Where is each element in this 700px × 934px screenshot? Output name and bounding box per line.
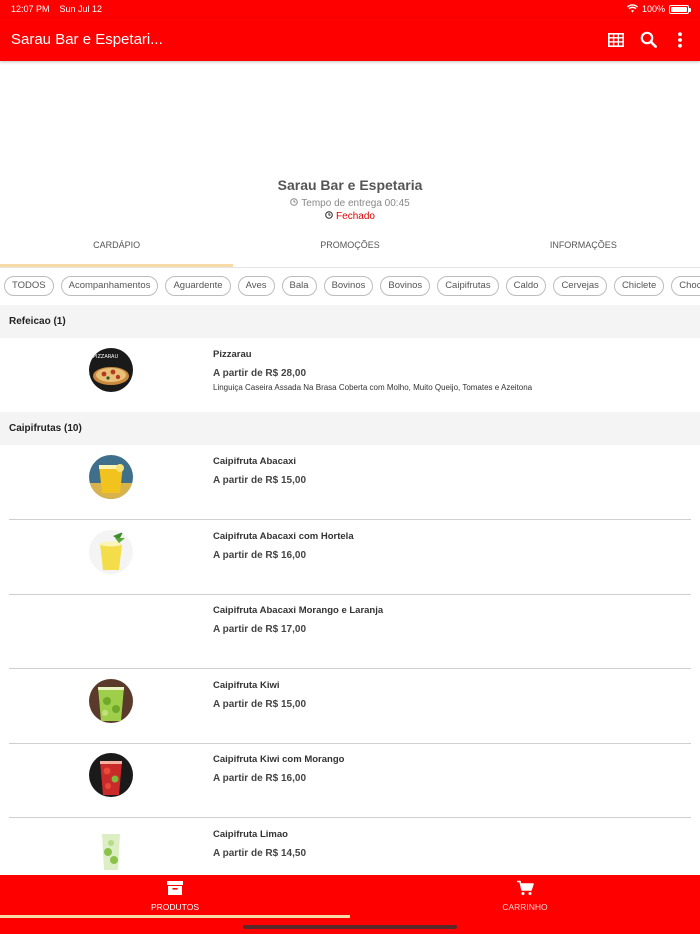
product-price: A partir de R$ 15,00 <box>213 475 307 486</box>
store-header: Sarau Bar e Espetaria Tempo de entrega 0… <box>0 61 700 229</box>
product-item[interactable]: Caipifruta Abacaxi com Hortela A partir … <box>9 520 691 595</box>
product-name: Caipifruta Kiwi com Morango <box>213 754 345 765</box>
product-name: Pizzarau <box>213 349 252 360</box>
section-header: Refeicao (1) <box>0 305 700 338</box>
cart-icon <box>516 880 534 896</box>
section-header: Caipifrutas (10) <box>0 412 700 445</box>
delivery-time-label: Tempo de entrega 00:45 <box>301 198 410 209</box>
delivery-time: Tempo de entrega 00:45 <box>0 198 700 209</box>
product-name: Caipifruta Limao <box>213 829 288 840</box>
product-name: Caipifruta Abacaxi Morango e Laranja <box>213 605 384 616</box>
search-icon[interactable] <box>639 31 657 49</box>
nav-carrinho-label: CARRINHO <box>502 902 548 912</box>
category-chip[interactable]: Aves <box>237 276 275 296</box>
category-chip[interactable]: TODOS <box>4 276 54 296</box>
category-chip[interactable]: Bala <box>281 276 317 296</box>
bottom-nav: PRODUTOS CARRINHO <box>0 875 700 934</box>
product-price: A partir de R$ 28,00 <box>213 368 307 379</box>
category-chip[interactable]: Aguardente <box>165 276 231 296</box>
category-filter: TODOS Acompanhamentos Aguardente Aves Ba… <box>4 276 700 297</box>
product-item[interactable]: Caipifruta Kiwi A partir de R$ 15,00 <box>9 669 691 744</box>
clock-icon <box>290 198 299 209</box>
product-price: A partir de R$ 15,00 <box>213 699 307 710</box>
product-image <box>89 679 133 723</box>
app-bar: Sarau Bar e Espetari... <box>0 18 700 61</box>
pizza-logo: PIZZARAU <box>93 354 118 360</box>
product-item[interactable]: Caipifruta Kiwi com Morango A partir de … <box>9 743 691 818</box>
product-price: A partir de R$ 14,50 <box>213 848 307 859</box>
store-status-label: Fechado <box>336 211 375 222</box>
category-chip[interactable]: Cervejas <box>553 276 607 296</box>
product-item[interactable]: Caipifruta Abacaxi Morango e Laranja A p… <box>9 594 691 669</box>
product-image <box>89 828 133 872</box>
home-indicator <box>243 925 457 929</box>
battery-icon <box>669 4 691 14</box>
category-chip[interactable]: Acompanhamentos <box>60 276 159 296</box>
category-chip[interactable]: Caipifrutas <box>437 276 499 296</box>
category-chip[interactable]: Caldo <box>505 276 547 296</box>
battery-percent: 100% <box>641 4 665 14</box>
product-image <box>89 455 133 499</box>
product-price: A partir de R$ 16,00 <box>213 773 307 784</box>
product-description: Linguiça Caseira Assada Na Brasa Coberta… <box>213 383 533 392</box>
table-icon[interactable] <box>607 31 625 49</box>
product-image <box>89 530 133 574</box>
product-name: Caipifruta Kiwi <box>213 680 280 691</box>
tab-cardapio[interactable]: CARDÁPIO <box>0 229 234 267</box>
store-status: Fechado <box>0 211 700 222</box>
status-date: Sun Jul 12 <box>59 4 103 14</box>
more-vert-icon[interactable] <box>671 31 689 49</box>
wifi-icon <box>626 3 638 15</box>
product-item[interactable]: Caipifruta Abacaxi A partir de R$ 15,00 <box>9 445 691 520</box>
app-title: Sarau Bar e Espetari... <box>11 31 163 48</box>
clock-icon <box>325 211 333 222</box>
tab-bar: CARDÁPIO PROMOÇÕES INFORMAÇÕES <box>0 229 700 268</box>
tab-informacoes[interactable]: INFORMAÇÕES <box>467 229 700 267</box>
category-chip[interactable]: Bovinos <box>323 276 374 296</box>
product-price: A partir de R$ 17,00 <box>213 624 307 635</box>
tab-promocoes[interactable]: PROMOÇÕES <box>233 229 466 267</box>
product-image: PIZZARAU <box>89 348 133 392</box>
category-chip[interactable]: Bovinos <box>380 276 431 296</box>
product-name: Caipifruta Abacaxi com Hortela <box>213 531 354 542</box>
status-bar: 12:07 PM Sun Jul 12 100% <box>0 0 700 18</box>
box-icon <box>166 880 184 896</box>
store-name: Sarau Bar e Espetaria <box>277 177 423 193</box>
status-time: 12:07 PM <box>11 4 50 14</box>
nav-produtos-label: PRODUTOS <box>150 902 200 912</box>
product-price: A partir de R$ 16,00 <box>213 550 307 561</box>
product-name: Caipifruta Abacaxi <box>213 456 297 467</box>
product-image <box>89 753 133 797</box>
category-chip[interactable]: Chiclete <box>613 276 665 296</box>
category-chip[interactable]: Chocolat <box>671 276 700 296</box>
product-item[interactable]: PIZZARAU Pizzarau A partir de R$ 28,00 L… <box>9 338 691 413</box>
